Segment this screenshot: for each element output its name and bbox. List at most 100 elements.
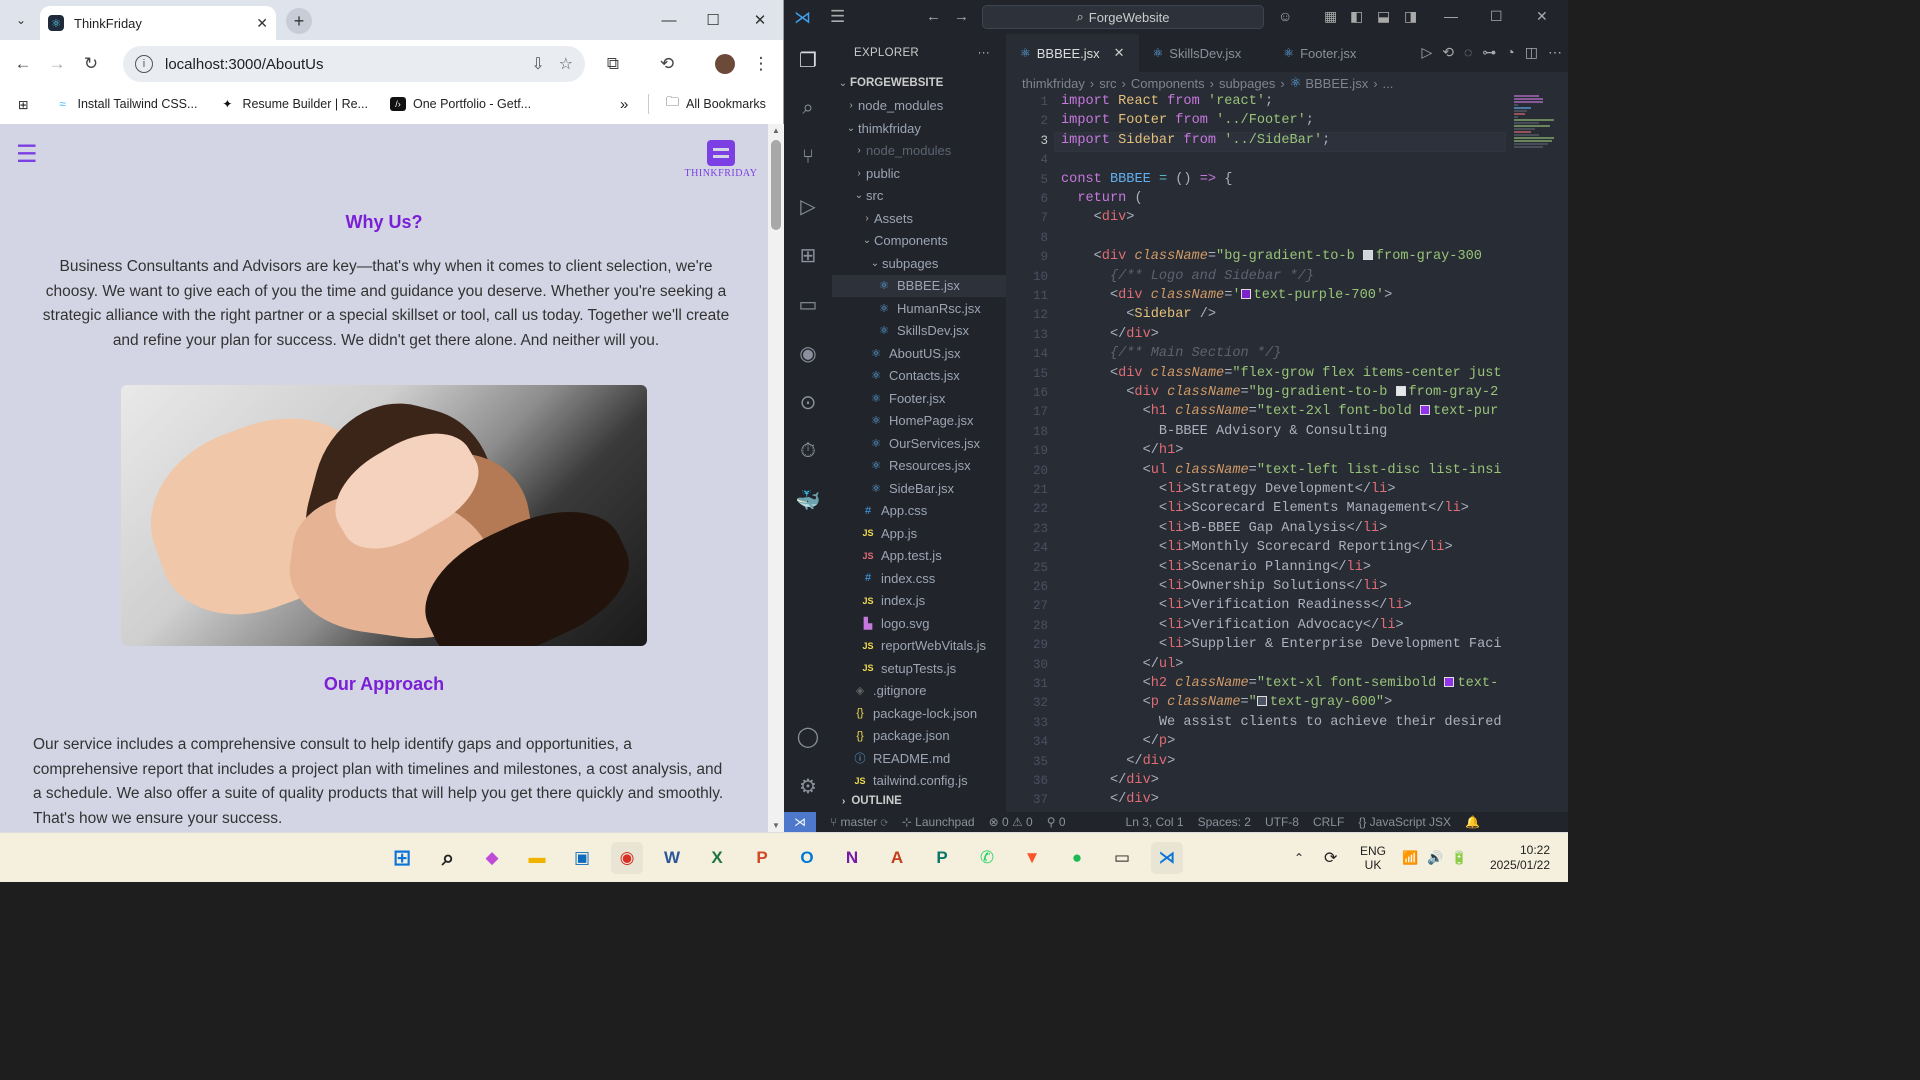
more-bookmarks-icon[interactable]: » xyxy=(620,96,628,113)
apps-grid-icon[interactable]: ⊞ xyxy=(18,97,28,112)
terminal-icon[interactable]: ▭ xyxy=(1106,842,1138,874)
timeline-icon[interactable]: ⏱ xyxy=(792,435,824,467)
tree-folder[interactable]: › Assets xyxy=(832,207,1006,230)
close-window-button[interactable]: ✕ xyxy=(1536,8,1548,25)
explorer-icon[interactable]: ❐ xyxy=(792,44,824,76)
open-changes-icon[interactable]: ◔ xyxy=(1506,44,1514,61)
code-line[interactable]: import React from 'react'; xyxy=(1061,94,1273,109)
tree-file[interactable]: # App.css xyxy=(832,500,1006,523)
profile-avatar[interactable] xyxy=(708,47,742,81)
tree-file[interactable]: JS setupTests.js xyxy=(832,657,1006,680)
toggle-panel-icon[interactable]: ⬓ xyxy=(1377,8,1390,25)
spotify-icon[interactable]: ● xyxy=(1061,842,1093,874)
tree-file[interactable]: ⚛ Contacts.jsx xyxy=(832,365,1006,388)
code-line[interactable]: {/** Logo and Sidebar */} xyxy=(1061,269,1314,284)
tree-folder[interactable]: › node_modules xyxy=(832,95,1006,118)
hamburger-menu-icon[interactable]: ☰ xyxy=(830,7,845,27)
github-icon[interactable]: ◉ xyxy=(792,337,824,369)
browser-tab[interactable]: ⚛ ThinkFriday ✕ xyxy=(40,6,276,40)
code-line[interactable]: <Sidebar /> xyxy=(1061,307,1216,322)
bookmark-star-icon[interactable]: ☆ xyxy=(559,54,573,74)
code-line[interactable]: </div> xyxy=(1061,773,1159,788)
code-line[interactable]: </p> xyxy=(1061,734,1176,749)
indentation[interactable]: Spaces: 2 xyxy=(1198,815,1251,829)
breadcrumb-item[interactable]: thimkfriday xyxy=(1022,76,1085,91)
code-line[interactable]: <div className=' text-purple-700'> xyxy=(1061,288,1392,303)
launchpad-button[interactable]: ⊹ Launchpad xyxy=(902,815,975,829)
docker-icon[interactable]: 🐳 xyxy=(792,484,824,516)
tree-file[interactable]: {} package.json xyxy=(832,725,1006,748)
breadcrumb-item[interactable]: src xyxy=(1099,76,1116,91)
tree-folder[interactable]: ⌄ Components xyxy=(832,230,1006,253)
tree-folder[interactable]: › public xyxy=(832,162,1006,185)
customize-layout-icon[interactable]: ▦ xyxy=(1324,8,1337,25)
code-line[interactable]: </div> xyxy=(1061,792,1159,807)
all-bookmarks-button[interactable]: 🗀 All Bookmarks xyxy=(666,93,766,115)
close-tab-icon[interactable]: ✕ xyxy=(256,15,268,32)
close-window-button[interactable]: ✕ xyxy=(737,0,783,40)
tree-file[interactable]: JS index.js xyxy=(832,590,1006,613)
close-tab-icon[interactable]: ✕ xyxy=(1114,45,1125,61)
page-scrollbar[interactable]: ▲ ▼ xyxy=(768,124,784,832)
tree-file[interactable]: ⚛ Footer.jsx xyxy=(832,387,1006,410)
nav-back-icon[interactable]: ← xyxy=(926,8,941,25)
clock[interactable]: 10:22 2025/01/22 xyxy=(1484,833,1550,883)
onenote-icon[interactable]: N xyxy=(836,842,868,874)
editor-tab-skillsdev[interactable]: ⚛ SkillsDev.jsx xyxy=(1139,34,1256,72)
language-indicator[interactable]: ENG UK xyxy=(1360,833,1386,883)
code-line[interactable]: <li>B-BBEE Gap Analysis</li> xyxy=(1061,521,1387,536)
minimap[interactable] xyxy=(1514,94,1556,164)
tree-file[interactable]: JS reportWebVitals.js xyxy=(832,635,1006,658)
start-menu-icon[interactable]: ⊞ xyxy=(386,842,418,874)
code-line[interactable]: <li>Strategy Development</li> xyxy=(1061,482,1396,497)
code-line[interactable]: const BBBEE = () => { xyxy=(1061,172,1232,187)
excel-icon[interactable]: X xyxy=(701,842,733,874)
tray-overflow-icon[interactable]: ⌃ xyxy=(1294,833,1304,883)
code-line[interactable]: <li>Scenario Planning</li> xyxy=(1061,560,1371,575)
code-line[interactable]: <li>Supplier & Enterprise Development Fa… xyxy=(1061,637,1502,652)
breadcrumb-item[interactable]: BBBEE.jsx xyxy=(1305,76,1368,91)
remote-indicator-icon[interactable]: ⋊ xyxy=(784,812,816,832)
code-line[interactable]: <li>Monthly Scorecard Reporting</li> xyxy=(1061,540,1453,555)
code-line[interactable]: </div> xyxy=(1061,327,1159,342)
code-line[interactable]: import Footer from '../Footer'; xyxy=(1061,113,1314,128)
settings-gear-icon[interactable]: ⚙ xyxy=(792,770,824,802)
ms-store-icon[interactable]: ▣ xyxy=(566,842,598,874)
bookmark-item[interactable]: ≈ Install Tailwind CSS... xyxy=(54,97,197,111)
tab-search-icon[interactable]: ⌄ xyxy=(10,9,32,31)
brave-icon[interactable]: ▼ xyxy=(1016,842,1048,874)
code-line[interactable]: B-BBEE Advisory & Consulting xyxy=(1061,424,1387,439)
tree-folder[interactable]: › node_modules xyxy=(832,140,1006,163)
breadcrumb-item[interactable]: Components xyxy=(1131,76,1205,91)
vscode-icon[interactable]: ⋊ xyxy=(1151,842,1183,874)
maximize-button[interactable]: ☐ xyxy=(690,0,736,40)
chrome-icon[interactable]: ◉ xyxy=(611,842,643,874)
code-line[interactable]: <li>Verification Readiness</li> xyxy=(1061,598,1412,613)
outlook-icon[interactable]: O xyxy=(791,842,823,874)
tree-file[interactable]: ⓘ README.md xyxy=(832,747,1006,770)
minimize-button[interactable]: — xyxy=(1444,8,1458,24)
run-icon[interactable]: ▷ xyxy=(1421,44,1432,61)
maximize-button[interactable]: ☐ xyxy=(1490,8,1503,25)
code-line[interactable]: <div className="flex-grow flex items-cen… xyxy=(1061,366,1502,381)
run-debug-icon[interactable]: ▷ xyxy=(792,190,824,222)
split-editor-icon[interactable]: ◫ xyxy=(1525,44,1538,61)
code-line[interactable]: <li>Scorecard Elements Management</li> xyxy=(1061,501,1469,516)
history-icon[interactable]: ⟲ xyxy=(650,47,684,81)
code-line[interactable]: <p className=" text-gray-600"> xyxy=(1061,695,1393,710)
search-icon[interactable]: ⌕ xyxy=(792,92,824,124)
code-line[interactable]: <li>Ownership Solutions</li> xyxy=(1061,579,1387,594)
remote-explorer-icon[interactable]: ▭ xyxy=(792,288,824,320)
tree-folder[interactable]: ⌄ thimkfriday xyxy=(832,117,1006,140)
encoding[interactable]: UTF-8 xyxy=(1265,815,1299,829)
code-line[interactable]: import Sidebar from '../SideBar'; xyxy=(1061,133,1330,148)
breadcrumb-item[interactable]: subpages xyxy=(1219,76,1275,91)
minimize-button[interactable]: — xyxy=(646,0,692,40)
code-line[interactable]: {/** Main Section */} xyxy=(1061,346,1281,361)
wifi-icon[interactable]: 📶 xyxy=(1402,833,1418,883)
cursor-position[interactable]: Ln 3, Col 1 xyxy=(1126,815,1184,829)
file-explorer-icon[interactable]: ▬ xyxy=(521,842,553,874)
install-app-icon[interactable]: ⇩ xyxy=(531,54,544,74)
tree-file[interactable]: ⚛ SkillsDev.jsx xyxy=(832,320,1006,343)
tree-file[interactable]: # index.css xyxy=(832,567,1006,590)
